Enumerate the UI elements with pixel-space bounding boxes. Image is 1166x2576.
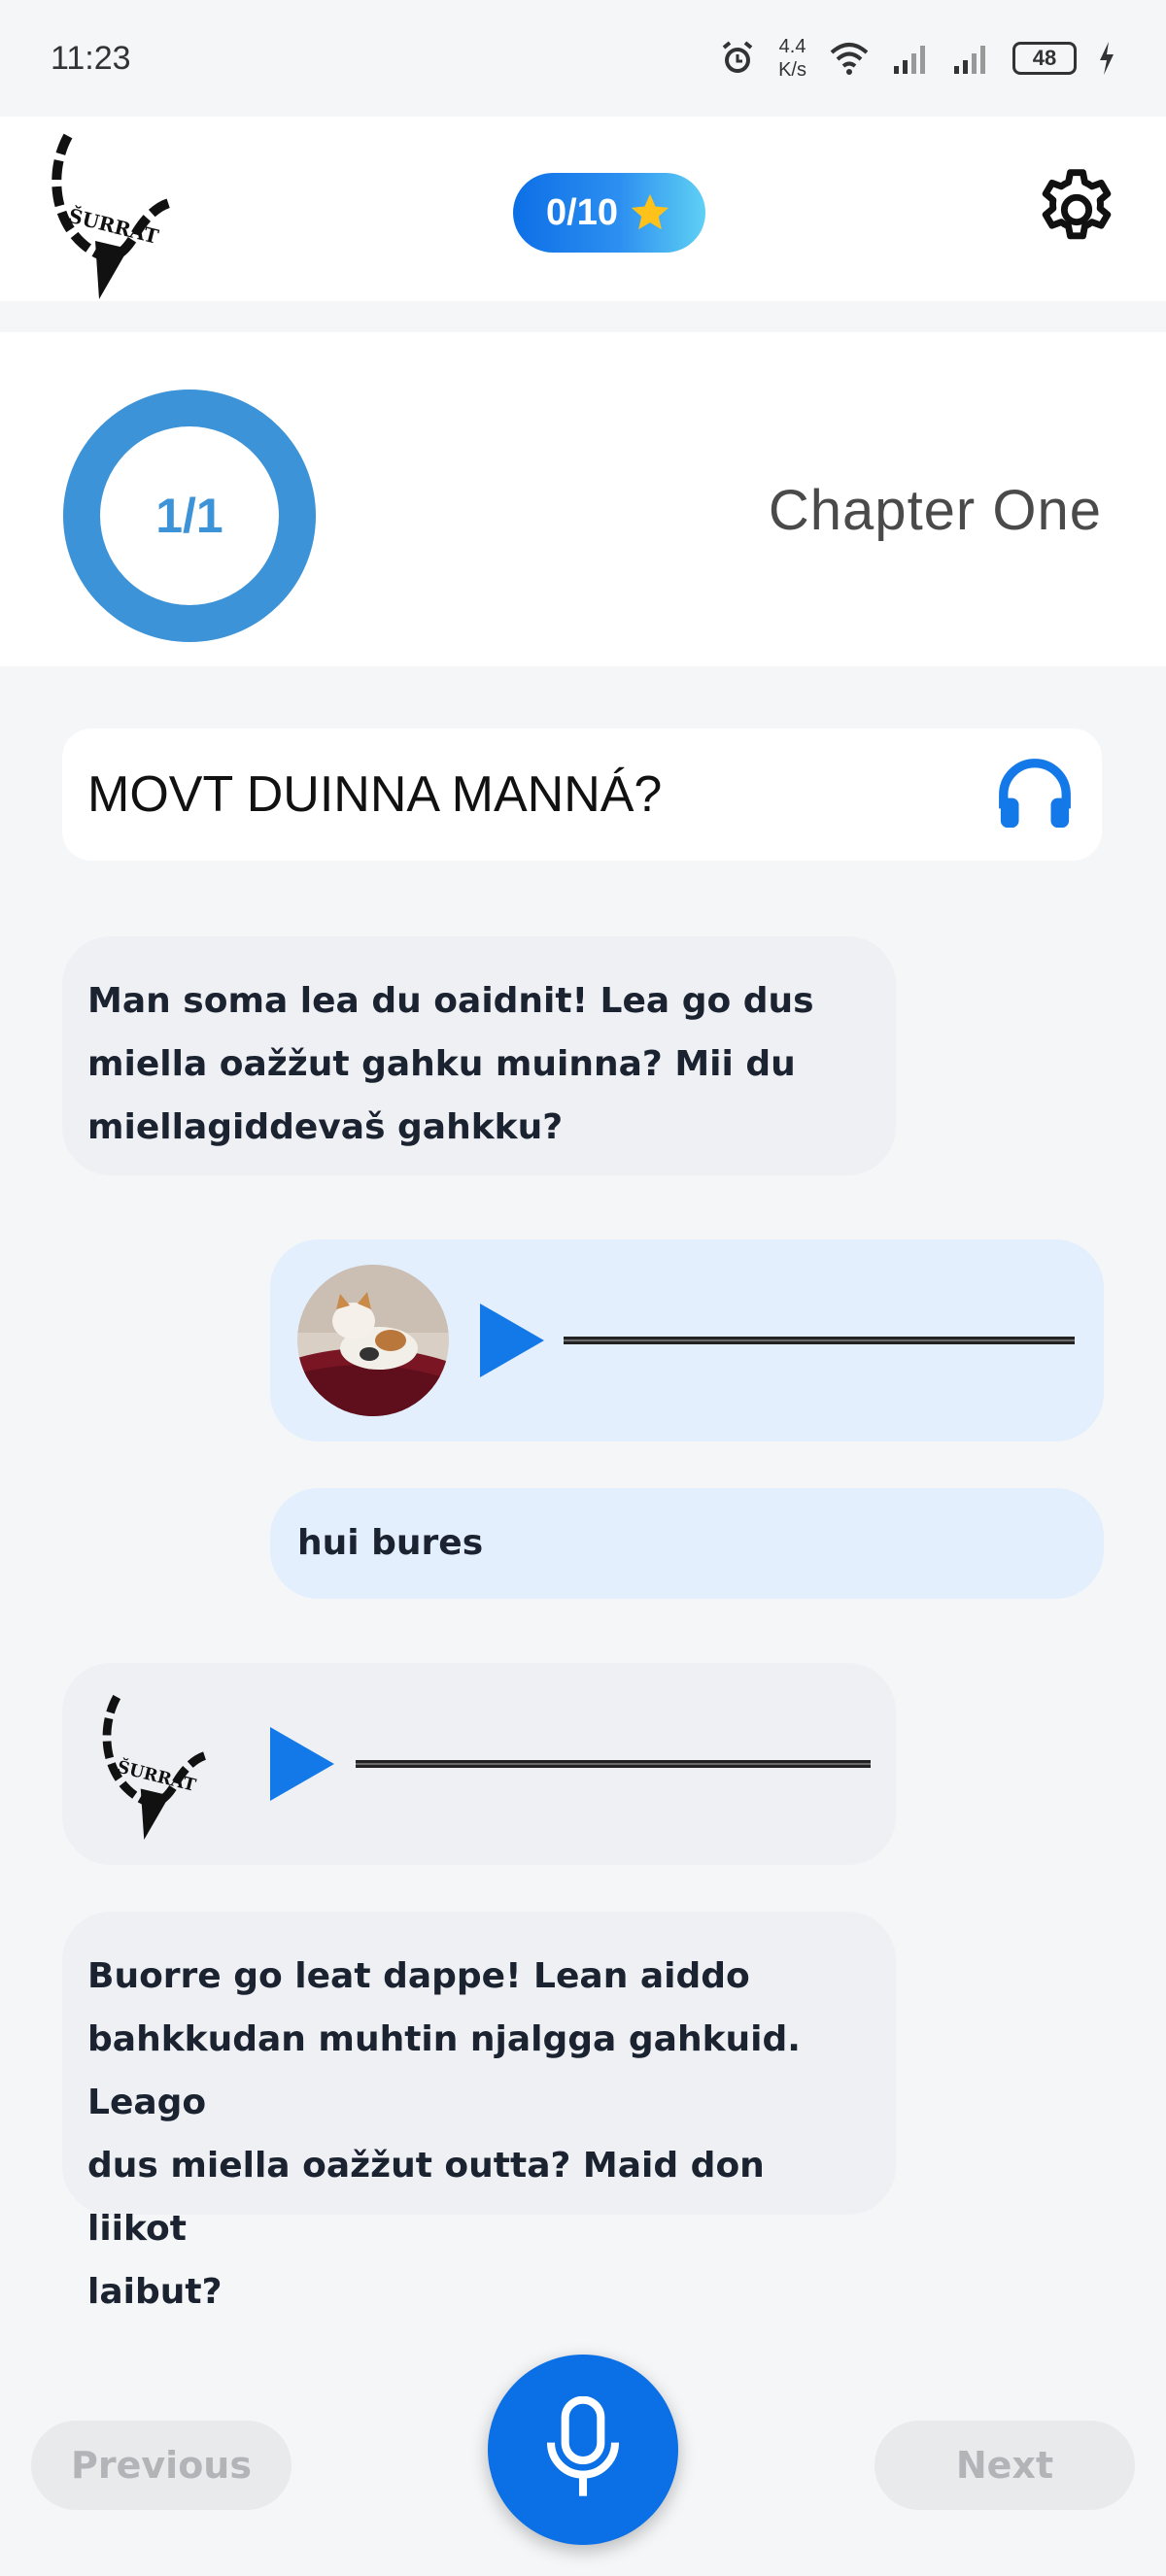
audio-waveform[interactable] bbox=[356, 1760, 871, 1768]
microphone-icon bbox=[546, 2396, 620, 2496]
chapter-progress-label: 1/1 bbox=[155, 489, 223, 543]
next-button[interactable]: Next bbox=[874, 2421, 1135, 2510]
user-audio-message bbox=[270, 1239, 1104, 1441]
star-icon bbox=[631, 193, 669, 230]
user-message: hui bures bbox=[270, 1488, 1104, 1599]
play-icon[interactable] bbox=[264, 1723, 338, 1805]
alarm-icon bbox=[722, 41, 753, 73]
audio-waveform[interactable] bbox=[564, 1337, 1075, 1344]
message-line: dus miella oažžut outta? Maid don liikot bbox=[87, 2146, 765, 2249]
network-speed-unit: K/s bbox=[778, 59, 806, 81]
signal-icon bbox=[954, 46, 985, 74]
charging-icon bbox=[1100, 42, 1114, 75]
question-card: MOVT DUINNA MANNÁ? bbox=[62, 729, 1102, 861]
top-bar: ŠURRAT 0/10 bbox=[0, 117, 1166, 301]
signal-icon bbox=[894, 46, 925, 74]
headphones-icon[interactable] bbox=[993, 753, 1077, 836]
score-badge[interactable]: 0/10 bbox=[513, 173, 705, 253]
app-logo: ŠURRAT bbox=[51, 133, 175, 299]
battery-indicator: 48 bbox=[1012, 42, 1077, 75]
user-avatar bbox=[297, 1265, 449, 1416]
status-bar: 11:23 4.4 K/s 48 bbox=[0, 0, 1166, 117]
play-icon[interactable] bbox=[474, 1300, 548, 1381]
score-value: 0/10 bbox=[546, 191, 618, 233]
message-line: Man soma lea du oaidnit! Lea go dus bbox=[87, 981, 814, 1021]
question-text: MOVT DUINNA MANNÁ? bbox=[87, 766, 663, 823]
message-line: miellagiddevaš gahkku? bbox=[87, 1107, 564, 1147]
network-speed: 4.4 K/s bbox=[778, 35, 806, 82]
message-text: hui bures bbox=[297, 1523, 484, 1563]
wifi-icon bbox=[830, 43, 869, 75]
chapter-title: Chapter One bbox=[768, 479, 1102, 542]
previous-button[interactable]: Previous bbox=[31, 2421, 292, 2510]
bot-message: Buorre go leat dappe! Lean aiddo bahkkud… bbox=[62, 1912, 896, 2312]
status-time: 11:23 bbox=[51, 39, 131, 77]
bot-message: Man soma lea du oaidnit! Lea go dus miel… bbox=[62, 936, 896, 1175]
status-icons: 4.4 K/s 48 bbox=[718, 35, 1115, 82]
bot-avatar-logo: ŠURRAT bbox=[102, 1694, 210, 1840]
message-line: bahkkudan muhtin njalgga gahkuid. Leago bbox=[87, 2019, 801, 2122]
message-line: laibut? bbox=[87, 2272, 223, 2312]
message-line: miella oažžut gahku muinna? Mii du bbox=[87, 1044, 796, 1084]
bot-audio-message: ŠURRAT bbox=[62, 1663, 896, 1865]
network-speed-value: 4.4 bbox=[778, 36, 806, 57]
message-line: Buorre go leat dappe! Lean aiddo bbox=[87, 1956, 750, 1996]
gear-icon[interactable] bbox=[1032, 165, 1121, 254]
record-button[interactable] bbox=[488, 2355, 678, 2545]
chapter-card: 1/1 Chapter One bbox=[0, 332, 1166, 666]
